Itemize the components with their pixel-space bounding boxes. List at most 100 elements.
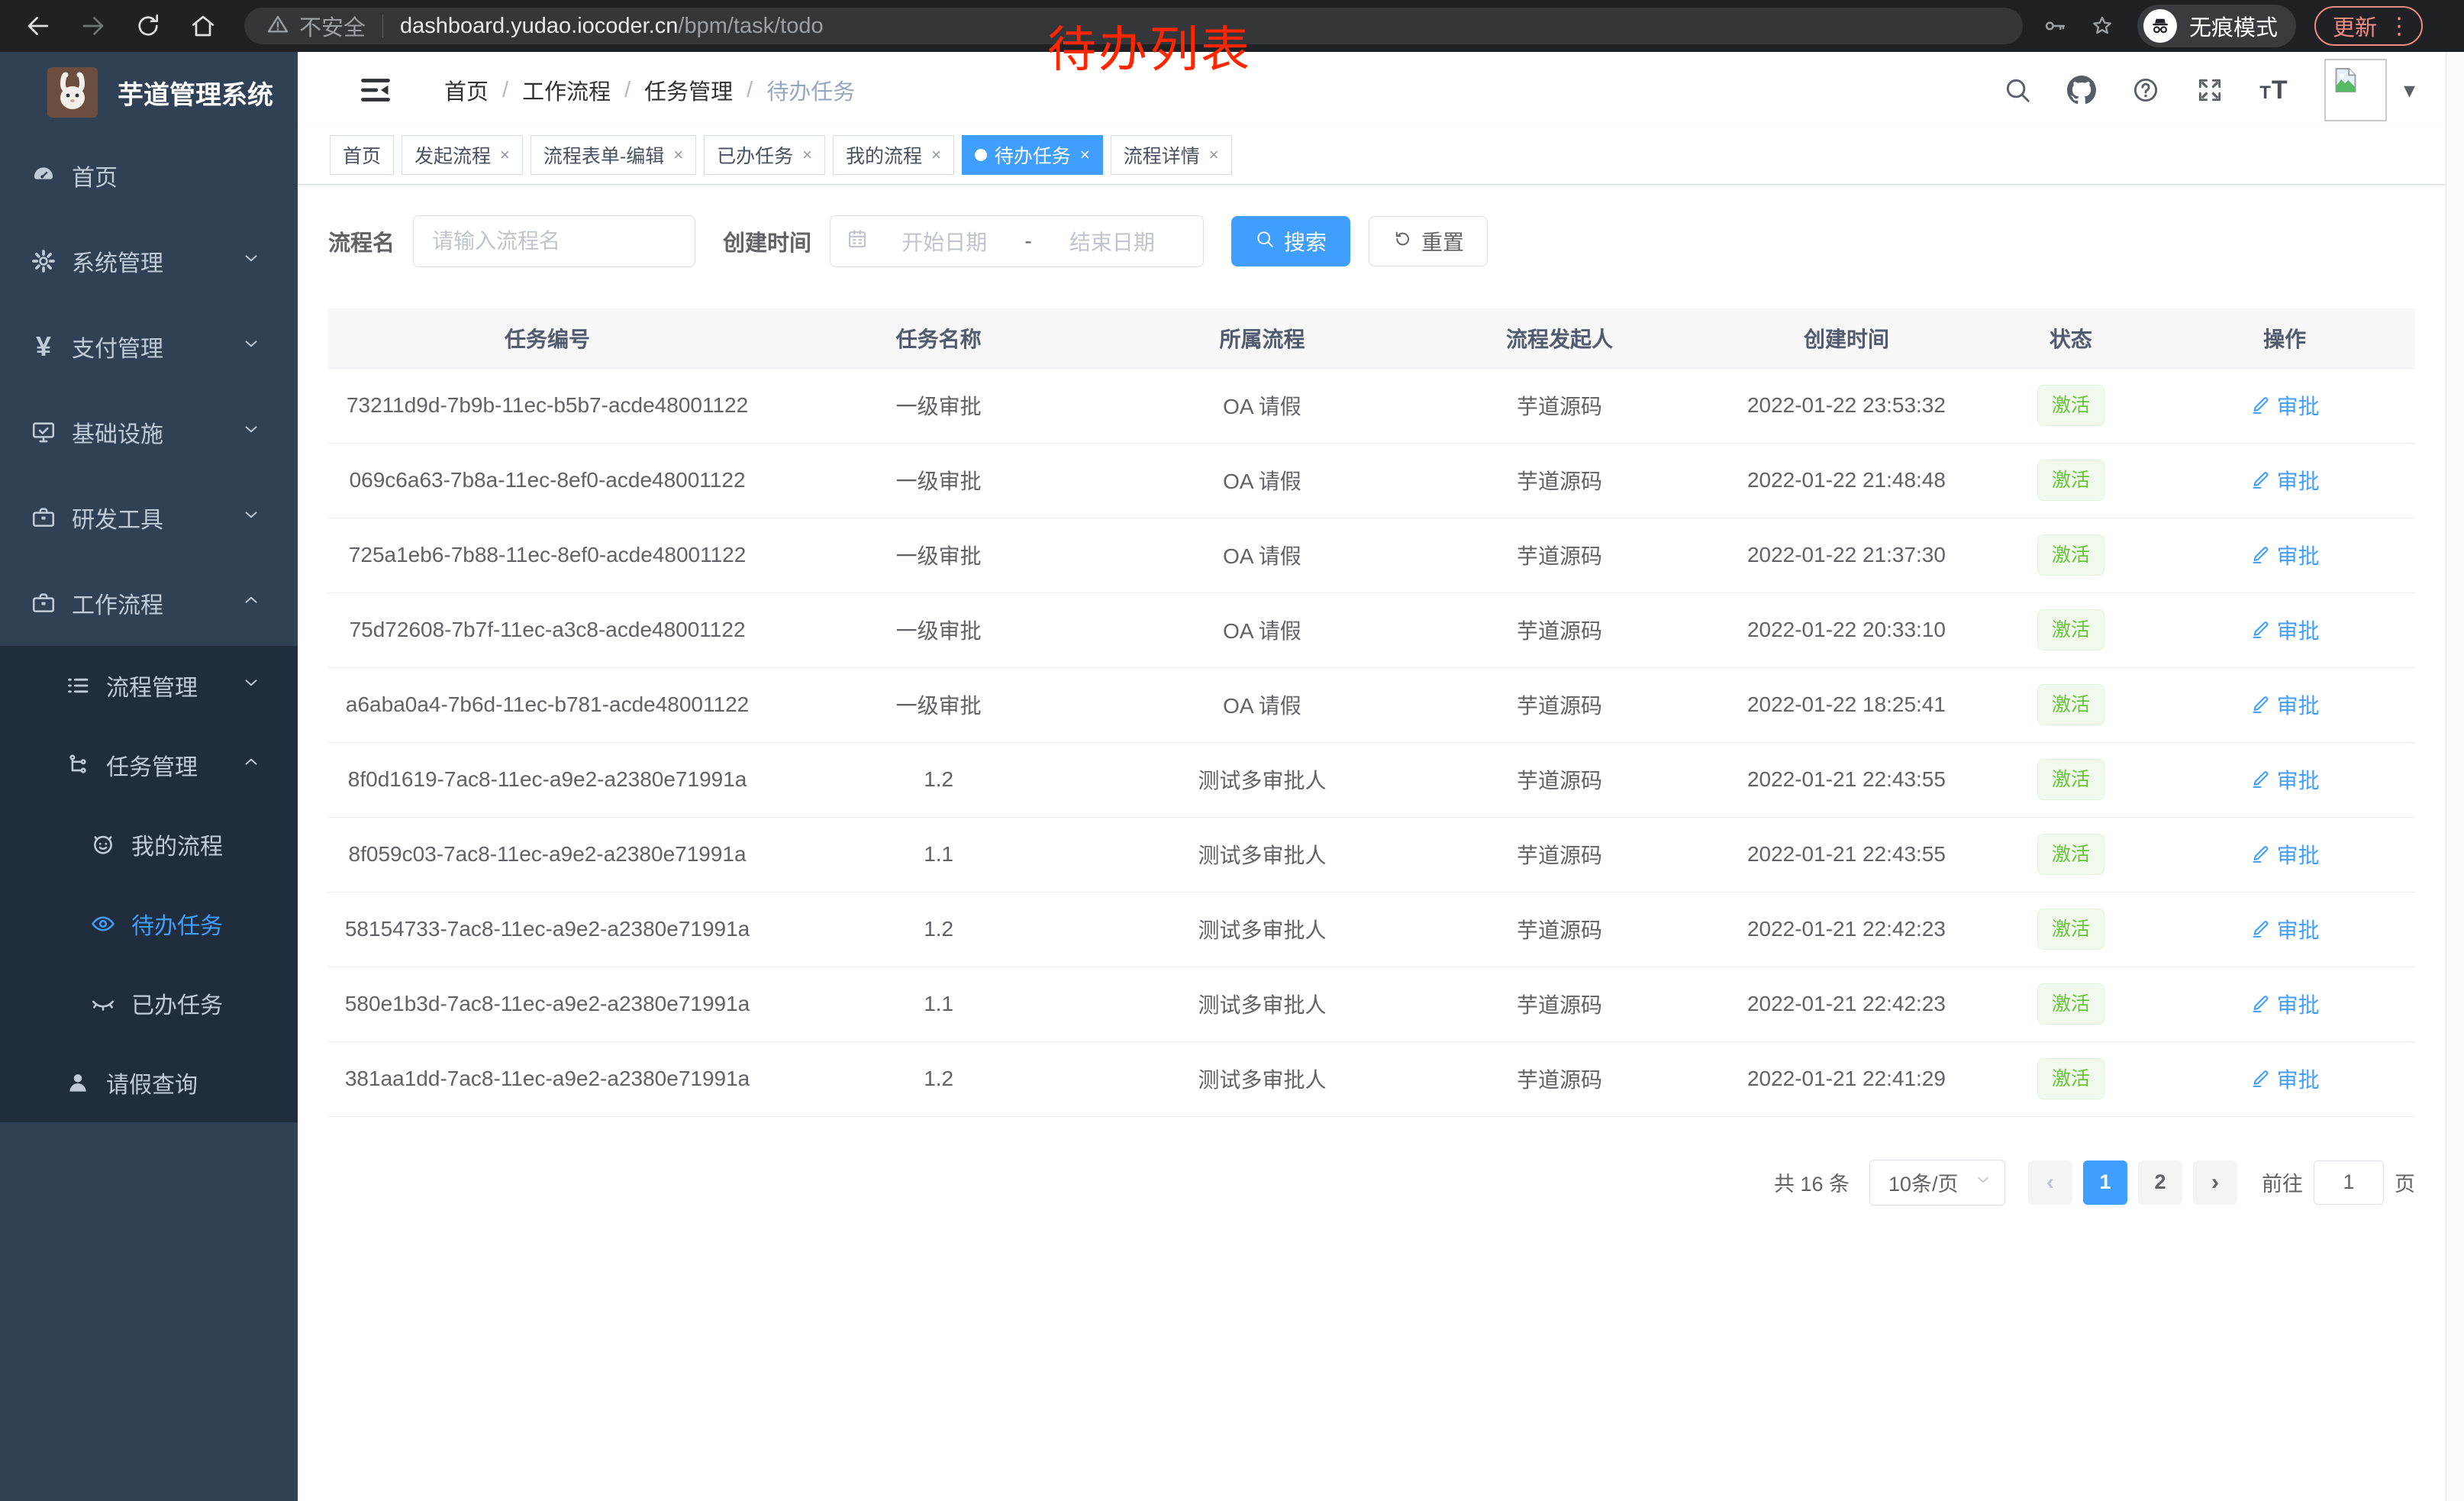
next-page-button[interactable]: › bbox=[2193, 1160, 2237, 1205]
approve-link[interactable]: 审批 bbox=[2250, 839, 2320, 870]
edit-pencil-icon bbox=[2250, 694, 2277, 715]
page-button-1[interactable]: 1 bbox=[2083, 1160, 2127, 1205]
start-date-placeholder: 开始日期 bbox=[869, 226, 1020, 257]
github-icon[interactable] bbox=[2065, 73, 2098, 107]
avatar[interactable] bbox=[2324, 59, 2387, 121]
fullscreen-icon[interactable] bbox=[2193, 73, 2227, 107]
cell-status: 激活 bbox=[1987, 518, 2154, 592]
sidebar-item-infrastructure[interactable]: 基础设施 bbox=[0, 389, 298, 475]
breadcrumb-item[interactable]: 首页 bbox=[444, 74, 489, 106]
table-row: 069c6a63-7b8a-11ec-8ef0-acde48001122一级审批… bbox=[328, 443, 2415, 518]
cell-initiator: 芋道源码 bbox=[1414, 967, 1706, 1041]
cell-task-name: 1.2 bbox=[766, 892, 1111, 967]
tab-已办任务[interactable]: 已办任务× bbox=[704, 135, 825, 175]
help-icon[interactable] bbox=[2129, 73, 2162, 107]
sidebar-item-done-task[interactable]: 已办任务 bbox=[0, 964, 298, 1043]
scrollbar[interactable] bbox=[2446, 52, 2464, 1501]
approve-link[interactable]: 审批 bbox=[2250, 1064, 2320, 1094]
cell-create-time: 2022-01-22 20:33:10 bbox=[1705, 592, 1987, 667]
sidebar-item-home[interactable]: 首页 bbox=[0, 133, 298, 218]
sidebar-item-dev-tools[interactable]: 研发工具 bbox=[0, 475, 298, 560]
sidebar-item-process-admin[interactable]: 流程管理 bbox=[0, 646, 298, 725]
process-name-input[interactable] bbox=[413, 215, 695, 267]
tab-我的流程[interactable]: 我的流程× bbox=[833, 135, 954, 175]
search-button[interactable]: 搜索 bbox=[1231, 216, 1350, 266]
gear-icon bbox=[31, 248, 56, 274]
avatar-caret-icon[interactable]: ▾ bbox=[2404, 77, 2415, 104]
page-button-2[interactable]: 2 bbox=[2138, 1160, 2182, 1205]
approve-link[interactable]: 审批 bbox=[2250, 540, 2320, 570]
table-row: 73211d9d-7b9b-11ec-b5b7-acde48001122一级审批… bbox=[328, 368, 2415, 443]
sidebar-item-workflow[interactable]: 工作流程 bbox=[0, 560, 298, 646]
cell-create-time: 2022-01-21 22:43:55 bbox=[1705, 817, 1987, 892]
refresh-icon[interactable] bbox=[131, 9, 165, 43]
address-bar[interactable]: 不安全 dashboard.yudao.iocoder.cn/bpm/task/… bbox=[244, 8, 2023, 44]
key-icon[interactable] bbox=[2040, 11, 2070, 41]
cell-task-id: 069c6a63-7b8a-11ec-8ef0-acde48001122 bbox=[328, 443, 766, 518]
breadcrumb-item: 待办任务 bbox=[766, 74, 855, 106]
task-table: 任务编号任务名称所属流程流程发起人创建时间状态操作 73211d9d-7b9b-… bbox=[328, 308, 2415, 1117]
sidebar-item-task-admin[interactable]: 任务管理 bbox=[0, 725, 298, 805]
status-badge: 激活 bbox=[2037, 983, 2104, 1025]
close-icon[interactable]: × bbox=[1209, 145, 1219, 165]
font-size-icon[interactable]: TT bbox=[2257, 73, 2291, 107]
cell-status: 激活 bbox=[1987, 817, 2154, 892]
breadcrumb-item[interactable]: 任务管理 bbox=[644, 74, 733, 106]
reset-button[interactable]: 重置 bbox=[1369, 216, 1488, 266]
back-icon[interactable] bbox=[21, 9, 55, 43]
prev-page-button[interactable]: ‹ bbox=[2028, 1160, 2072, 1205]
sidebar-item-todo-task[interactable]: 待办任务 bbox=[0, 884, 298, 964]
search-icon[interactable] bbox=[2001, 73, 2034, 107]
sidebar-item-system-admin[interactable]: 系统管理 bbox=[0, 218, 298, 304]
cell-initiator: 芋道源码 bbox=[1414, 592, 1706, 667]
sidebar-item-my-process[interactable]: 我的流程 bbox=[0, 805, 298, 884]
cell-task-id: a6aba0a4-7b6d-11ec-b781-acde48001122 bbox=[328, 667, 766, 742]
approve-link[interactable]: 审批 bbox=[2250, 390, 2320, 421]
cell-process: 测试多审批人 bbox=[1111, 892, 1413, 967]
approve-link[interactable]: 审批 bbox=[2250, 989, 2320, 1019]
cell-initiator: 芋道源码 bbox=[1414, 742, 1706, 817]
close-icon[interactable]: × bbox=[1080, 145, 1090, 165]
cell-status: 激活 bbox=[1987, 592, 2154, 667]
cell-process: 测试多审批人 bbox=[1111, 817, 1413, 892]
column-header: 操作 bbox=[2154, 308, 2415, 368]
bookmark-star-icon[interactable] bbox=[2087, 11, 2117, 41]
edit-pencil-icon bbox=[2250, 1068, 2277, 1089]
approve-link[interactable]: 审批 bbox=[2250, 615, 2320, 645]
approve-label: 审批 bbox=[2277, 914, 2320, 944]
sidebar-item-label: 已办任务 bbox=[131, 986, 223, 1020]
tab-待办任务[interactable]: 待办任务× bbox=[962, 135, 1103, 175]
tab-发起流程[interactable]: 发起流程× bbox=[402, 135, 523, 175]
end-date-placeholder: 结束日期 bbox=[1037, 226, 1188, 257]
table-header-row: 任务编号任务名称所属流程流程发起人创建时间状态操作 bbox=[328, 308, 2415, 368]
close-icon[interactable]: × bbox=[802, 145, 812, 165]
hamburger-icon[interactable] bbox=[354, 69, 397, 111]
sidebar-item-leave-query[interactable]: 请假查询 bbox=[0, 1043, 298, 1122]
cell-create-time: 2022-01-22 21:48:48 bbox=[1705, 443, 1987, 518]
forward-icon[interactable] bbox=[76, 9, 110, 43]
close-icon[interactable]: × bbox=[673, 145, 683, 165]
date-range-picker[interactable]: 开始日期 - 结束日期 bbox=[830, 215, 1204, 267]
browser-menu-icon[interactable]: ⋮ bbox=[2388, 13, 2411, 40]
goto-page-input[interactable] bbox=[2314, 1160, 2384, 1205]
eye-closed-icon bbox=[90, 990, 116, 1016]
close-icon[interactable]: × bbox=[931, 145, 941, 165]
sidebar-item-label: 流程管理 bbox=[106, 669, 198, 702]
tab-首页[interactable]: 首页 bbox=[330, 135, 394, 175]
cell-task-id: 725a1eb6-7b88-11ec-8ef0-acde48001122 bbox=[328, 518, 766, 592]
sidebar-item-payment-admin[interactable]: ¥支付管理 bbox=[0, 304, 298, 389]
eye-open-icon bbox=[90, 911, 116, 937]
approve-link[interactable]: 审批 bbox=[2250, 914, 2320, 944]
approve-link[interactable]: 审批 bbox=[2250, 764, 2320, 795]
update-button[interactable]: 更新 ⋮ bbox=[2314, 6, 2423, 46]
approve-link[interactable]: 审批 bbox=[2250, 689, 2320, 720]
approve-link[interactable]: 审批 bbox=[2250, 465, 2320, 495]
tab-流程详情[interactable]: 流程详情× bbox=[1111, 135, 1232, 175]
home-icon[interactable] bbox=[186, 9, 220, 43]
tab-流程表单-编辑[interactable]: 流程表单-编辑× bbox=[531, 135, 696, 175]
chevron-down-icon bbox=[1974, 1170, 1992, 1194]
approve-label: 审批 bbox=[2277, 615, 2320, 645]
page-size-select[interactable]: 10条/页 bbox=[1869, 1160, 2005, 1206]
close-icon[interactable]: × bbox=[500, 145, 510, 165]
breadcrumb-item[interactable]: 工作流程 bbox=[522, 74, 611, 106]
